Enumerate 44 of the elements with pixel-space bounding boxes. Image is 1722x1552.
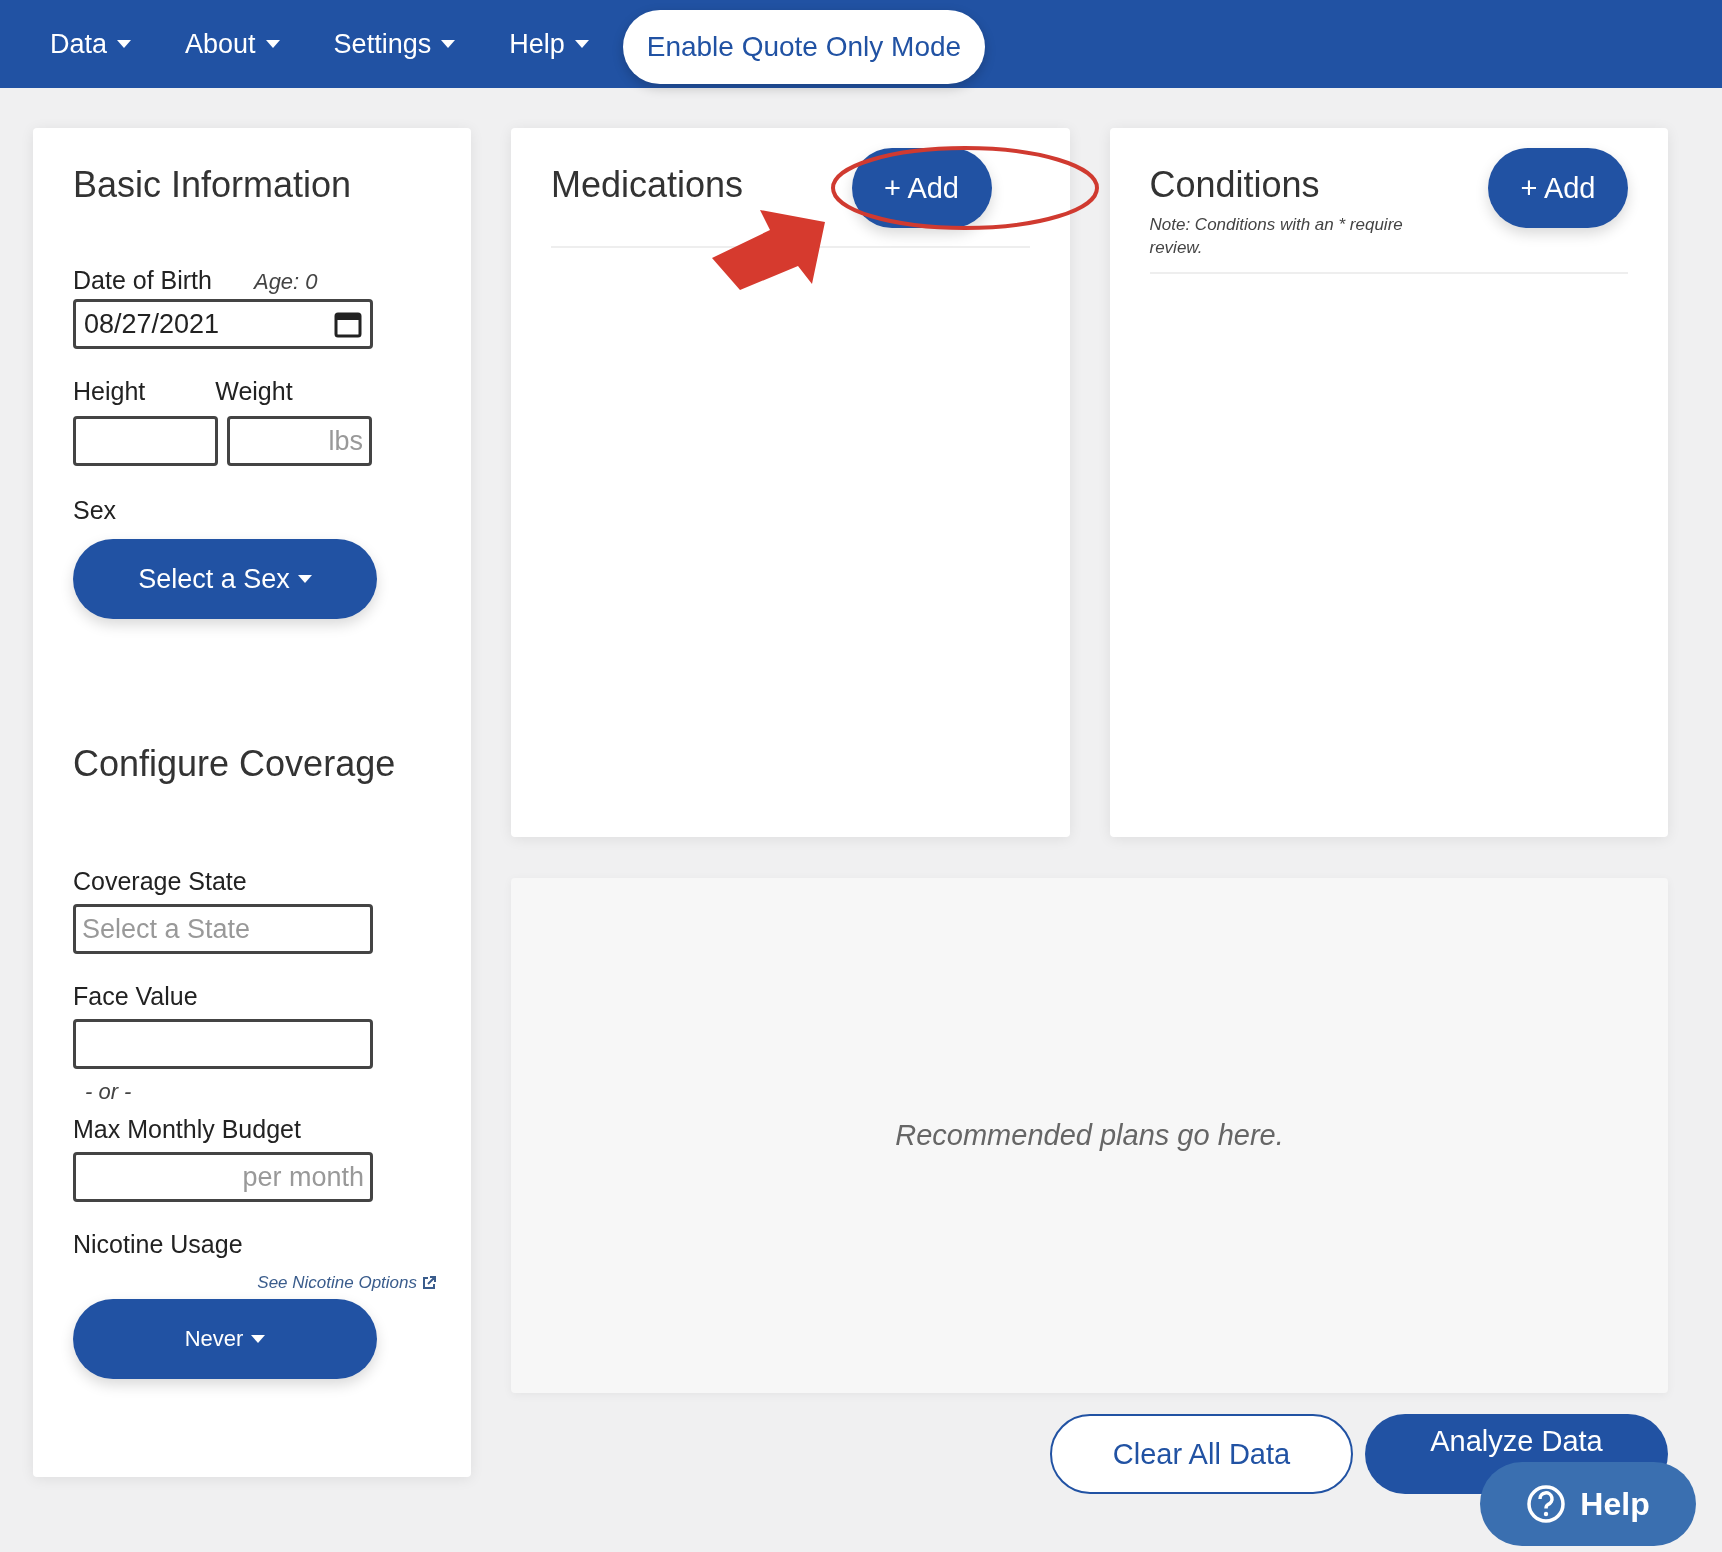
face-value-field[interactable] xyxy=(73,1019,373,1069)
caret-icon xyxy=(251,1335,266,1343)
nav-menu[interactable]: Data xyxy=(50,28,132,60)
calendar-icon[interactable] xyxy=(334,310,362,338)
help-button[interactable]: Help xyxy=(1480,1462,1696,1546)
section-title: Basic Information xyxy=(73,164,353,206)
section-title: Configure Coverage xyxy=(73,743,397,785)
quote-mode-button[interactable]: Enable Quote Only Mode xyxy=(622,10,986,84)
add-button[interactable]: + Add xyxy=(1488,148,1628,228)
add-button[interactable]: + Add xyxy=(851,148,992,228)
field-label: Weight xyxy=(215,377,293,406)
placeholder-text: Recommended plans go here. xyxy=(895,1119,1284,1152)
question-icon xyxy=(1526,1484,1567,1524)
caret-icon xyxy=(265,40,280,48)
field-label: Coverage State xyxy=(73,867,248,896)
caret-icon xyxy=(574,40,589,48)
or-text: - or - xyxy=(85,1079,133,1105)
caret-icon xyxy=(117,40,132,48)
field-label: Sex xyxy=(73,496,118,525)
sex-dropdown[interactable]: Select a Sex xyxy=(73,539,377,619)
card-title: Medications xyxy=(551,164,744,206)
nav-menu[interactable]: About xyxy=(185,28,280,60)
caret-icon xyxy=(441,40,456,48)
field-label: Date of Birth xyxy=(73,266,212,295)
field-label: Height xyxy=(73,377,146,406)
conditions-note: Note: Conditions with an * require review. xyxy=(1149,214,1404,259)
date-field[interactable]: 08/27/2021 xyxy=(73,299,373,349)
height-field[interactable] xyxy=(73,416,218,466)
nicotine-options-link[interactable]: See Nicotine Options xyxy=(257,1273,437,1293)
field-label: Max Monthly Budget xyxy=(73,1115,302,1144)
field-label: Nicotine Usage xyxy=(73,1230,244,1259)
nicotine-dropdown[interactable]: Never xyxy=(73,1299,377,1379)
budget-field[interactable]: per month xyxy=(73,1152,373,1202)
caret-icon xyxy=(297,575,312,583)
date-value: 08/27/2021 xyxy=(84,308,220,340)
nav-menu[interactable]: Settings xyxy=(333,28,456,60)
age-text: Age: 0 xyxy=(253,269,318,295)
weight-field[interactable]: lbs xyxy=(227,416,372,466)
card-title: Conditions xyxy=(1149,164,1321,206)
clear-data-button[interactable]: Clear All Data xyxy=(1050,1414,1353,1494)
nav-menu[interactable]: Help xyxy=(509,28,589,60)
external-link-icon xyxy=(421,1275,437,1291)
state-field[interactable]: Select a State xyxy=(73,904,373,954)
field-label: Face Value xyxy=(73,982,199,1011)
